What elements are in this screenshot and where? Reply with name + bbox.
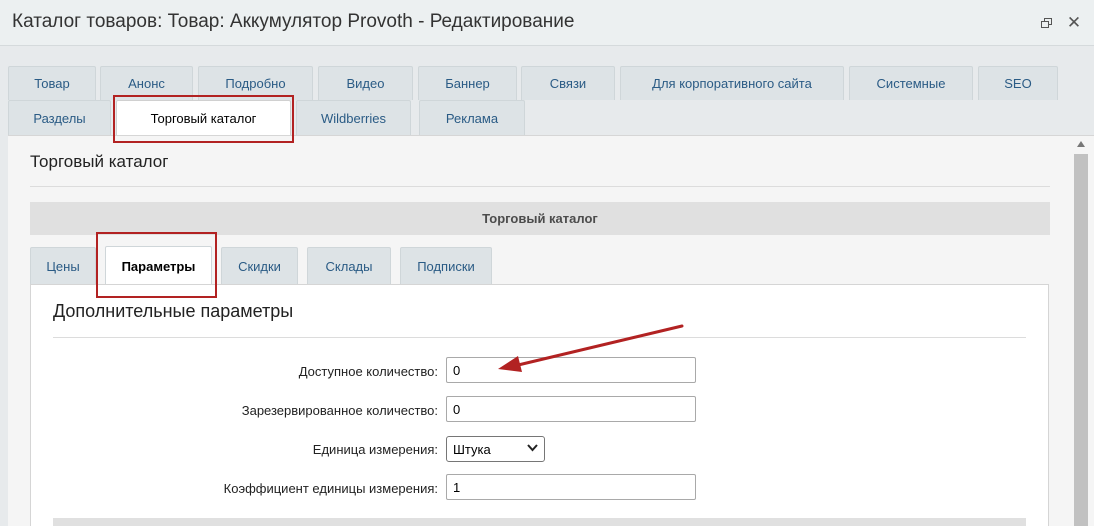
divider	[30, 186, 1050, 187]
next-section-header	[53, 518, 1026, 526]
unit-ratio-label: Коэффициент единицы измерения:	[223, 481, 438, 496]
tab-video[interactable]: Видео	[318, 66, 413, 100]
tab-trade-catalog[interactable]: Торговый каталог	[116, 100, 291, 136]
subtab-prices[interactable]: Цены	[30, 247, 96, 284]
subtab-subscriptions[interactable]: Подписки	[400, 247, 492, 284]
tab-corporate-site[interactable]: Для корпоративного сайта	[620, 66, 844, 100]
tab-wildberries[interactable]: Wildberries	[296, 100, 411, 135]
annotation-arrow-icon	[498, 324, 684, 372]
parameters-title: Дополнительные параметры	[53, 301, 294, 321]
tab-razdely[interactable]: Разделы	[8, 100, 111, 135]
panel-title: Торговый каталог	[30, 152, 169, 171]
restore-icon[interactable]	[1038, 16, 1054, 32]
tab-tovar[interactable]: Товар	[8, 66, 96, 100]
unit-label: Единица измерения:	[312, 442, 438, 457]
chevron-down-icon	[527, 443, 538, 455]
subtab-discounts[interactable]: Скидки	[221, 247, 298, 284]
tab-anons[interactable]: Анонс	[100, 66, 193, 100]
available-qty-label: Доступное количество:	[298, 364, 438, 379]
tab-podrobno[interactable]: Подробно	[198, 66, 313, 100]
section-header: Торговый каталог	[30, 202, 1050, 235]
close-icon[interactable]: ✕	[1066, 14, 1082, 32]
unit-select[interactable]: Штука	[446, 436, 545, 462]
window-titlebar: Каталог товаров: Товар: Аккумулятор Prov…	[0, 0, 1094, 46]
tab-svyazi[interactable]: Связи	[521, 66, 615, 100]
tab-seo[interactable]: SEO	[978, 66, 1058, 100]
tab-system[interactable]: Системные	[849, 66, 973, 100]
unit-ratio-input[interactable]	[446, 474, 696, 500]
reserved-qty-input[interactable]	[446, 396, 696, 422]
scroll-up-arrow-icon[interactable]	[1077, 141, 1085, 147]
unit-selected-value: Штука	[453, 441, 491, 457]
window-title: Каталог товаров: Товар: Аккумулятор Prov…	[12, 11, 575, 32]
scroll-thumb[interactable]	[1074, 154, 1088, 526]
scrollbar[interactable]	[1074, 137, 1088, 526]
subtab-warehouses[interactable]: Склады	[307, 247, 391, 284]
tab-reklama[interactable]: Реклама	[419, 100, 525, 135]
tab-banner[interactable]: Баннер	[418, 66, 517, 100]
reserved-qty-label: Зарезервированное количество:	[241, 403, 438, 418]
subtab-parameters[interactable]: Параметры	[105, 246, 212, 286]
